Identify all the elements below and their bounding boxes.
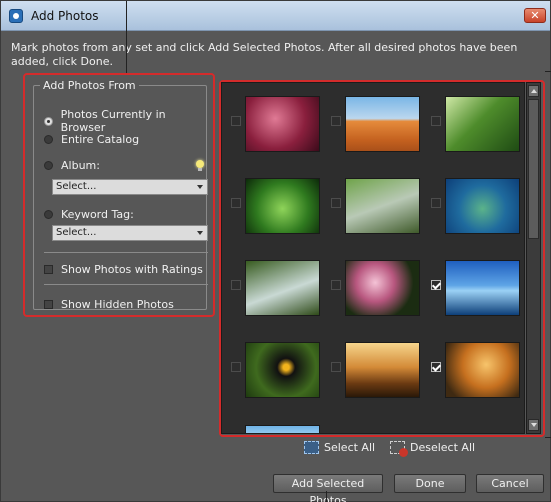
radio-catalog[interactable] — [44, 135, 53, 144]
divider — [44, 284, 208, 285]
album-select[interactable]: Select... — [52, 179, 208, 195]
option-catalog[interactable]: Entire Catalog — [44, 133, 139, 146]
photo-cell[interactable] — [222, 83, 322, 167]
deselect-all-button[interactable]: Deselect All — [390, 441, 476, 457]
photo-thumbnail[interactable] — [445, 260, 520, 316]
deselect-all-icon — [390, 441, 408, 457]
photo-thumbnail[interactable] — [245, 260, 320, 316]
photo-checkbox[interactable] — [231, 198, 241, 208]
option-browser[interactable]: Photos Currently in Browser — [44, 108, 206, 134]
photo-checkbox[interactable] — [231, 116, 241, 126]
close-button[interactable]: ✕ — [524, 8, 546, 23]
photo-thumbnail[interactable] — [445, 342, 520, 398]
show-ratings-option[interactable]: Show Photos with Ratings — [44, 263, 203, 276]
photo-thumbnail[interactable] — [245, 425, 320, 433]
callout-line — [326, 491, 327, 502]
photo-thumbnail[interactable] — [245, 96, 320, 152]
photo-cell[interactable] — [222, 165, 322, 249]
option-album-label: Album: — [61, 159, 100, 172]
window-title: Add Photos — [31, 9, 99, 23]
chevron-down-icon — [197, 185, 203, 189]
photo-thumbnail[interactable] — [245, 178, 320, 234]
photo-checkbox[interactable] — [231, 280, 241, 290]
add-from-group: Add Photos From Photos Currently in Brow… — [33, 79, 208, 311]
photo-cell[interactable] — [422, 83, 522, 167]
photo-thumbnail[interactable] — [345, 342, 420, 398]
radio-browser[interactable] — [44, 116, 53, 126]
select-all-button[interactable]: Select All — [304, 441, 375, 454]
cancel-button[interactable]: Cancel — [476, 474, 544, 493]
show-hidden-label: Show Hidden Photos — [61, 298, 174, 311]
radio-keyword[interactable] — [44, 210, 53, 219]
show-ratings-label: Show Photos with Ratings — [61, 263, 203, 276]
instructions-text: Mark photos from any set and click Add S… — [11, 41, 518, 68]
add-photos-dialog: Add Photos ✕ Mark photos from any set an… — [0, 0, 551, 502]
scroll-up-button[interactable] — [528, 85, 539, 97]
photo-cell[interactable] — [422, 165, 522, 249]
photo-thumbnail[interactable] — [445, 178, 520, 234]
photo-checkbox[interactable] — [431, 280, 441, 290]
show-ratings-checkbox[interactable] — [44, 265, 53, 274]
photo-cell[interactable] — [422, 247, 522, 331]
photo-checkbox[interactable] — [331, 280, 341, 290]
chevron-down-icon — [197, 231, 203, 235]
photo-checkbox[interactable] — [431, 198, 441, 208]
photo-checkbox[interactable] — [231, 362, 241, 372]
photo-cell[interactable] — [322, 247, 422, 331]
photo-grid[interactable] — [221, 82, 525, 434]
show-hidden-option[interactable]: Show Hidden Photos — [44, 298, 174, 311]
photo-checkbox[interactable] — [331, 116, 341, 126]
photo-thumbnail[interactable] — [345, 96, 420, 152]
photo-checkbox[interactable] — [431, 362, 441, 372]
photo-cell[interactable] — [222, 329, 322, 413]
keyword-select-value: Select... — [56, 227, 97, 238]
add-from-panel: Add Photos From Photos Currently in Brow… — [23, 73, 215, 317]
photo-cell[interactable] — [322, 83, 422, 167]
photo-checkbox[interactable] — [331, 362, 341, 372]
photo-cell[interactable] — [322, 329, 422, 413]
deselect-all-label: Deselect All — [410, 441, 476, 454]
add-selected-photos-button[interactable]: Add Selected Photos — [273, 474, 383, 502]
keyword-select[interactable]: Select... — [52, 225, 208, 241]
select-all-icon — [304, 441, 319, 454]
photo-cell[interactable] — [322, 165, 422, 249]
photo-thumbnail[interactable] — [345, 260, 420, 316]
radio-album[interactable] — [44, 161, 53, 170]
app-icon — [9, 9, 23, 23]
photo-thumbnail[interactable] — [345, 178, 420, 234]
option-catalog-label: Entire Catalog — [61, 133, 140, 146]
grid-scrollbar[interactable] — [526, 82, 541, 434]
scroll-thumb[interactable] — [528, 99, 539, 239]
lightbulb-icon[interactable] — [196, 160, 204, 171]
photo-thumbnail[interactable] — [245, 342, 320, 398]
album-select-value: Select... — [56, 181, 97, 192]
group-legend: Add Photos From — [40, 79, 139, 92]
photo-cell[interactable] — [222, 247, 322, 331]
callout-line — [545, 437, 551, 438]
option-keyword-label: Keyword Tag: — [61, 208, 134, 221]
option-browser-label: Photos Currently in Browser — [60, 108, 166, 134]
photo-checkbox[interactable] — [331, 198, 341, 208]
photo-cell[interactable] — [422, 329, 522, 413]
show-hidden-checkbox[interactable] — [44, 300, 53, 309]
title-bar: Add Photos ✕ — [1, 1, 550, 31]
option-keyword[interactable]: Keyword Tag: — [44, 208, 134, 221]
callout-line — [126, 1, 127, 73]
photo-checkbox[interactable] — [431, 116, 441, 126]
option-album[interactable]: Album: — [44, 159, 100, 172]
photo-thumbnail[interactable] — [445, 96, 520, 152]
scroll-down-button[interactable] — [528, 419, 539, 431]
done-button[interactable]: Done — [394, 474, 466, 493]
select-all-label: Select All — [324, 441, 376, 454]
divider — [44, 252, 208, 253]
